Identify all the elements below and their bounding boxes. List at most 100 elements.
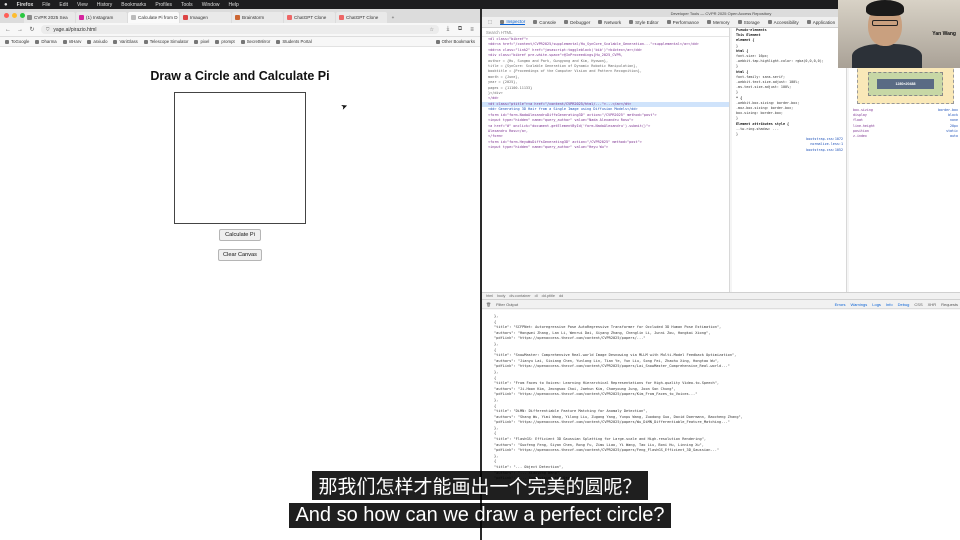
devtools-tab-label: Memory	[712, 19, 730, 25]
browser-tab[interactable]: Imaugen	[180, 12, 231, 23]
breadcrumb-item[interactable]: dl	[535, 294, 538, 298]
downloads-icon[interactable]: ⤓	[445, 26, 451, 33]
browser-tab[interactable]: ChatGPT Clone	[336, 12, 387, 23]
breadcrumb-item[interactable]: div.container	[509, 294, 530, 298]
html-tree-pane: Search HTML <dl class="bibref"> <dd><a hr…	[482, 28, 730, 292]
html-tree-node[interactable]: <input type="hidden" name="query_author"…	[482, 145, 729, 150]
console-filter-button[interactable]: Info	[886, 302, 893, 307]
console-filter-button[interactable]: Debug	[898, 302, 910, 307]
clear-canvas-button[interactable]: Clear Canvas	[218, 249, 262, 261]
forward-arrow-icon[interactable]: →	[17, 27, 23, 33]
console-filter-button[interactable]: Errors	[835, 302, 846, 307]
console-filter-button[interactable]: Warnings	[851, 302, 868, 307]
browser-tab[interactable]: ChatGPT Clone	[284, 12, 335, 23]
bookmark-item[interactable]: prompt	[215, 39, 235, 44]
devtools-tab-application[interactable]: Application	[806, 19, 836, 25]
apple-menu-icon[interactable]: ●	[4, 2, 8, 8]
calculate-pi-button[interactable]: Calculate Pi	[219, 229, 261, 241]
extensions-icon[interactable]: ⧉	[457, 26, 463, 33]
console-filter-button[interactable]: CSS	[914, 302, 922, 307]
menubar-item-help[interactable]: Help	[228, 2, 238, 8]
bookmark-folder-icon	[62, 39, 67, 44]
other-bookmarks[interactable]: Other Bookmarks	[435, 39, 475, 44]
menubar-item-history[interactable]: History	[97, 2, 113, 8]
breadcrumb-item[interactable]: body	[497, 294, 505, 298]
devtools-tab-network[interactable]: Network	[598, 20, 621, 25]
devtools-tab-accessibility[interactable]: Accessibility	[767, 19, 799, 25]
breadcrumb-item[interactable]: dd.ptitle	[542, 294, 555, 298]
console-filter-input[interactable]: Filter Output	[496, 302, 518, 307]
browser-tab-active[interactable]: Calculate Pi from D✕	[128, 12, 179, 23]
web-page: Draw a Circle and Calculate Pi Calculate…	[0, 47, 480, 540]
bookmark-folder-icon	[113, 39, 118, 44]
tab-label: ChatGPT Clone	[294, 15, 327, 20]
devtools-tab-label: Performance	[672, 19, 699, 25]
bookmark-star-icon[interactable]: ☆	[430, 27, 434, 33]
devtools-tab-console[interactable]: Console	[533, 20, 556, 25]
bookmark-item[interactable]: ToGoogle	[5, 39, 29, 44]
box-model-properties: box-sizing border-box display block float non…	[849, 104, 960, 143]
drawing-canvas[interactable]	[174, 92, 306, 224]
bookmark-item[interactable]: Dharma	[35, 39, 57, 44]
menubar-item-tools[interactable]: Tools	[181, 2, 193, 8]
devtools-tab-inspector[interactable]: Inspector	[500, 19, 526, 25]
devtools-tab-storage[interactable]: Storage	[737, 20, 760, 25]
console-filter-button[interactable]: Logs	[872, 302, 881, 307]
css-rules-pane: Pseudo-elements This Element element {} htm…	[732, 28, 847, 292]
browser-tab[interactable]: Brainstorm	[232, 12, 283, 23]
bookmark-item[interactable]: arxiudo	[87, 39, 107, 44]
devtools-tab-memory[interactable]: Memory	[706, 19, 730, 25]
console-toolbar: 🗑 Filter Output Errors Warnings Logs Info De…	[482, 300, 960, 309]
browser-tab[interactable]: (1) Instagram	[76, 12, 127, 23]
navigation-bar: ← → ↻ ⛉ yage.ai/pirazio.html ☆ ⤓ ⧉ ≡	[0, 23, 480, 37]
tab-label: Imaugen	[190, 15, 208, 20]
menubar-item-bookmarks[interactable]: Bookmarks	[121, 2, 146, 8]
menubar-item-edit[interactable]: Edit	[59, 2, 68, 8]
browser-tab[interactable]: CVPR 2025 Sea	[24, 12, 75, 23]
console-filter-button[interactable]: Requests	[941, 302, 958, 307]
accessibility-icon	[767, 20, 772, 24]
bookmark-item[interactable]: Telescope Simulator	[143, 39, 188, 44]
devtools-tab-label: Accessibility	[773, 19, 799, 25]
menubar-item-view[interactable]: View	[77, 2, 88, 8]
trash-icon[interactable]: 🗑	[486, 302, 491, 307]
bookmark-item[interactable]: SecretMirror	[240, 39, 270, 44]
close-window-button[interactable]	[4, 13, 9, 18]
console-icon	[533, 20, 538, 24]
tab-label: Calculate Pi from D	[138, 15, 178, 20]
tab-favicon-icon	[235, 15, 240, 20]
breadcrumb-item[interactable]: dd	[559, 294, 563, 298]
menu-icon[interactable]: ≡	[469, 27, 475, 33]
menubar-item-file[interactable]: File	[42, 2, 50, 8]
devtools-tab-performance[interactable]: Performance	[666, 19, 699, 25]
bookmark-item[interactable]: Students Portal	[276, 39, 312, 44]
webcam-overlay: Yan Wang	[838, 0, 960, 68]
devtools-tab-debugger[interactable]: Debugger	[564, 20, 590, 25]
bookmark-item[interactable]: ntHarv	[62, 39, 81, 44]
back-arrow-icon[interactable]: ←	[5, 27, 11, 33]
shield-icon[interactable]: ⛉	[46, 27, 49, 32]
minimize-window-button[interactable]	[12, 13, 17, 18]
menubar-item-window[interactable]: Window	[202, 2, 220, 8]
devtools-tab-style-editor[interactable]: Style Editor	[629, 20, 659, 25]
bookmark-folder-icon	[35, 39, 40, 44]
style-editor-icon	[629, 20, 634, 24]
address-bar[interactable]: ⛉ yage.ai/pirazio.html ☆	[41, 25, 439, 34]
breadcrumb-item[interactable]: html	[486, 294, 493, 298]
pick-element-icon[interactable]: ⬚	[488, 19, 492, 25]
bookmark-item[interactable]: VariGlass	[113, 39, 138, 44]
breadcrumb: html body div.container dl dd.ptitle dd	[482, 292, 960, 300]
devtools-tab-label: Inspector	[506, 19, 526, 24]
reload-icon[interactable]: ↻	[29, 26, 35, 33]
zoom-window-button[interactable]	[20, 13, 25, 18]
rule-source-link[interactable]: bootstrap.css:1052	[732, 148, 846, 153]
console-filter-button[interactable]: XHR	[928, 302, 936, 307]
bookmark-item[interactable]: pixel	[194, 39, 209, 44]
page-title: Draw a Circle and Calculate Pi	[150, 69, 330, 83]
new-tab-button[interactable]: +	[388, 12, 398, 23]
html-search-input[interactable]: Search HTML	[482, 28, 729, 37]
menubar-item-profiles[interactable]: Profiles	[155, 2, 172, 8]
devtools-tab-label: Console	[539, 19, 557, 25]
menubar-app-name[interactable]: Firefox	[17, 2, 34, 8]
devtools-tab-label: Application	[812, 19, 836, 25]
